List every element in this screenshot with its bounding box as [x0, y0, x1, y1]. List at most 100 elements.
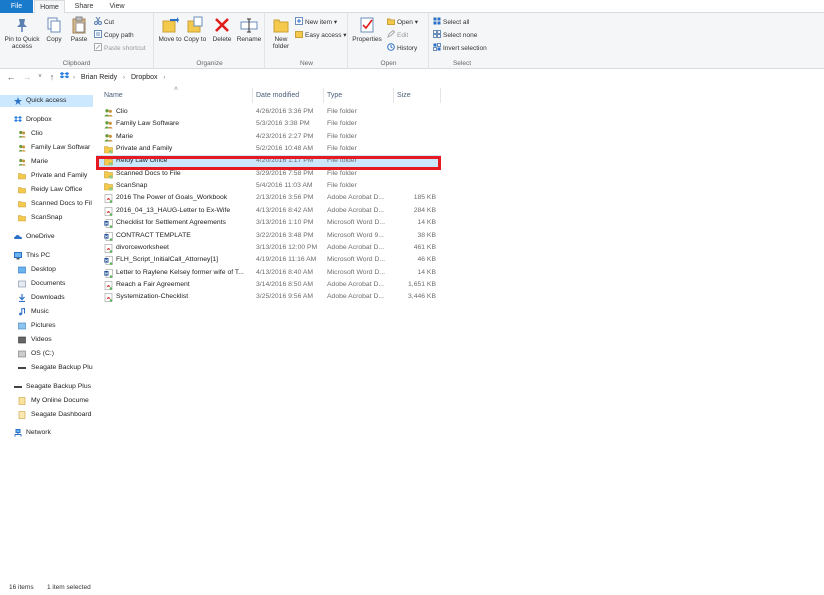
file-date-modified: 2/13/2016 3:56 PM: [256, 194, 314, 202]
address-bar: ← → ˅ ↑ › Brian Reidy › Dropbox ›: [0, 69, 824, 86]
breadcrumb-dropbox[interactable]: Dropbox: [131, 74, 157, 81]
nav-pc-music[interactable]: Music: [0, 306, 93, 318]
file-type: Adobe Acrobat D...: [327, 194, 385, 202]
nav-dropbox-reidy-law-office[interactable]: Reidy Law Office: [0, 184, 93, 196]
file-row-checklist-for-settlement-agreements[interactable]: Checklist for Settlement Agreements 3/13/…: [96, 217, 441, 229]
file-size: 461 KB: [413, 243, 436, 251]
file-type: Microsoft Word D...: [327, 256, 386, 264]
breadcrumb-brian-reidy[interactable]: Brian Reidy: [81, 74, 117, 81]
file-row-reach-a-fair-agreement[interactable]: Reach a Fair Agreement 3/14/2016 8:50 AM A…: [96, 279, 441, 291]
file-row-scanned-docs-to-file[interactable]: Scanned Docs to File 3/29/2016 7:58 PM Fil…: [96, 168, 441, 180]
move-to-button[interactable]: Move to: [158, 16, 182, 43]
shared-folder-icon: [18, 144, 26, 152]
easy-access-button[interactable]: Easy access ▾: [295, 30, 347, 41]
nav-dropbox-scansnap[interactable]: ScanSnap: [0, 212, 93, 224]
history-button[interactable]: History: [387, 43, 417, 54]
nav-pc-pictures[interactable]: Pictures: [0, 320, 93, 332]
select-group-label: Select: [452, 60, 472, 67]
forward-button[interactable]: →: [22, 72, 32, 83]
organize-group-label: Organize: [196, 60, 223, 67]
shared-folder-icon: [18, 158, 26, 166]
pin-to-quick-access-button[interactable]: Pin to Quick access: [3, 16, 41, 50]
new-item-button[interactable]: New item ▾: [295, 17, 337, 28]
paste-shortcut-button[interactable]: Paste shortcut: [94, 43, 146, 54]
organize-group: Move to Copy to Delete Rename Organize: [155, 13, 265, 69]
star-icon: [14, 97, 22, 105]
rename-button[interactable]: Rename: [235, 16, 263, 43]
file-row-flh-script-initialcall-attorney-1[interactable]: FLH_Script_InitialCall_Attorney[1] 4/19/2…: [96, 254, 441, 266]
tab-home[interactable]: Home: [34, 0, 65, 14]
file-row-2016-the-power-of-goals-workbook[interactable]: 2016 The Power of Goals_Workbook 2/13/201…: [96, 192, 441, 204]
nav-dropbox-scanned-docs-to-fil[interactable]: Scanned Docs to Fil: [0, 198, 93, 210]
column-divider[interactable]: [393, 88, 394, 103]
copy-path-button[interactable]: Copy path: [94, 30, 134, 41]
nav-this-pc[interactable]: This PC: [0, 250, 93, 262]
nav-dropbox-private-and-family[interactable]: Private and Family: [0, 170, 93, 182]
file-row-letter-to-raylene-kelsey-former-wife-of-t[interactable]: Letter to Raylene Kelsey former wife of …: [96, 267, 441, 279]
file-row-2016-04-13-haug-letter-to-ex-wife[interactable]: 2016_04_13_HAUG-Letter to Ex-Wife 4/13/20…: [96, 205, 441, 217]
pdf-icon: [104, 244, 113, 253]
nav-dropbox-marie[interactable]: Marie: [0, 156, 93, 168]
select-all-button[interactable]: Select all: [433, 17, 469, 28]
column-header-name[interactable]: Name: [104, 88, 123, 103]
column-header-size[interactable]: Size: [397, 88, 411, 103]
nav-pc-documents[interactable]: Documents: [0, 278, 93, 290]
nav-seagate-seagate-dashboard[interactable]: Seagate Dashboard: [0, 409, 93, 421]
column-header-type[interactable]: Type: [327, 88, 342, 103]
copy-to-button[interactable]: Copy to: [183, 16, 207, 43]
nav-onedrive[interactable]: OneDrive: [0, 231, 93, 243]
file-row-marie[interactable]: Marie 4/23/2016 2:27 PM File folder: [96, 131, 441, 143]
nav-seagate-backup-plus[interactable]: Seagate Backup Plus: [0, 381, 93, 393]
copy-button[interactable]: Copy: [43, 16, 65, 43]
open-button[interactable]: Open ▾: [387, 17, 418, 28]
hard-drive-icon: [18, 350, 26, 358]
nav-dropbox[interactable]: Dropbox: [0, 114, 93, 126]
new-folder-button[interactable]: New folder: [269, 16, 293, 50]
nav-pc-desktop[interactable]: Desktop: [0, 264, 93, 276]
invert-selection-icon: [433, 43, 441, 51]
invert-selection-button[interactable]: Invert selection: [433, 43, 487, 54]
nav-pc-seagate-backup-plu[interactable]: Seagate Backup Plu: [0, 362, 93, 374]
select-none-button[interactable]: Select none: [433, 30, 477, 41]
back-button[interactable]: ←: [6, 72, 16, 83]
file-name: Letter to Raylene Kelsey former wife of …: [116, 268, 244, 276]
file-row-clio[interactable]: Clio 4/26/2016 3:36 PM File folder: [96, 106, 441, 118]
new-group: New folder New item ▾ Easy access ▾ New: [266, 13, 348, 69]
breadcrumb[interactable]: › Brian Reidy › Dropbox ›: [59, 71, 169, 84]
file-row-systemization-checklist[interactable]: Systemization-Checklist 3/25/2016 9:56 AM…: [96, 291, 441, 303]
recent-locations-button[interactable]: ˅: [35, 72, 45, 83]
properties-icon: [360, 17, 374, 33]
paste-button[interactable]: Paste: [67, 16, 91, 43]
dropbox-icon: [14, 116, 22, 122]
delete-button[interactable]: Delete: [210, 16, 234, 43]
nav-pc-videos[interactable]: Videos: [0, 334, 93, 346]
word-document-icon: [104, 256, 113, 265]
shared-folder-icon: [104, 121, 113, 129]
nav-dropbox-clio[interactable]: Clio: [0, 128, 93, 140]
tab-view[interactable]: View: [102, 0, 132, 13]
properties-button[interactable]: Properties: [352, 16, 382, 43]
file-date-modified: 4/13/2016 8:42 AM: [256, 206, 314, 214]
up-button[interactable]: ↑: [47, 72, 57, 83]
nav-quick-access[interactable]: Quick access: [0, 95, 93, 107]
file-row-contract-template[interactable]: CONTRACT TEMPLATE 3/22/2016 3:48 PM Micros…: [96, 230, 441, 242]
nav-pc-downloads[interactable]: Downloads: [0, 292, 93, 304]
column-divider[interactable]: [440, 88, 441, 103]
cut-button[interactable]: Cut: [94, 17, 114, 28]
tab-share[interactable]: Share: [69, 0, 99, 13]
file-row-divorceworksheet[interactable]: divorceworksheet 3/13/2016 12:00 PM Adobe …: [96, 242, 441, 254]
nav-pc-os-c[interactable]: OS (C:): [0, 348, 93, 360]
nav-seagate-my-online-docume[interactable]: My Online Docume: [0, 395, 93, 407]
column-header-date-modified[interactable]: Date modified: [256, 88, 299, 103]
column-divider[interactable]: [252, 88, 253, 103]
tab-file[interactable]: File: [0, 0, 33, 13]
column-divider[interactable]: [323, 88, 324, 103]
file-row-private-and-family[interactable]: Private and Family 5/2/2016 10:48 AM File …: [96, 143, 441, 155]
nav-dropbox-family-law-softwar[interactable]: Family Law Softwar: [0, 142, 93, 154]
edit-button[interactable]: Edit: [387, 30, 408, 41]
file-row-reidy-law-office[interactable]: Reidy Law Office 4/20/2016 1:17 PM File fo…: [96, 155, 441, 168]
file-row-scansnap[interactable]: ScanSnap 5/4/2016 11:03 AM File folder: [96, 180, 441, 192]
new-group-label: New: [299, 60, 313, 67]
file-row-family-law-software[interactable]: Family Law Software 5/3/2016 3:38 PM File …: [96, 118, 441, 130]
nav-network[interactable]: Network: [0, 427, 93, 439]
